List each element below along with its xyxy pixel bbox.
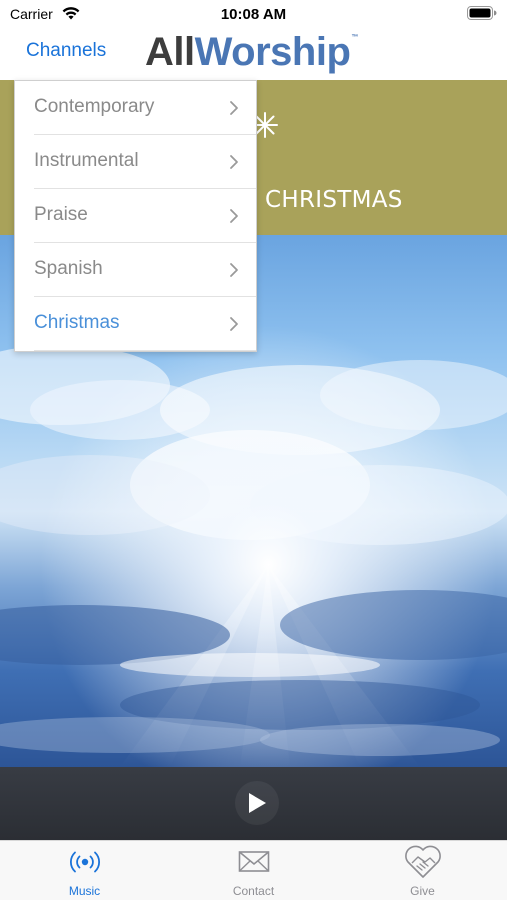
menu-item-contemporary[interactable]: Contemporary <box>15 81 256 135</box>
chevron-right-icon <box>230 209 238 223</box>
logo-trademark: ™ <box>351 34 358 41</box>
allworship-logo: AllWorship™ <box>145 30 358 76</box>
logo-text-worship: Worship <box>194 30 351 74</box>
menu-item-label: Christmas <box>34 312 120 333</box>
tab-bar: Music Contact Give <box>0 840 507 900</box>
broadcast-icon <box>69 851 100 873</box>
chevron-right-icon <box>230 263 238 277</box>
menu-item-spanish[interactable]: Spanish <box>15 243 256 297</box>
envelope-icon <box>238 851 269 872</box>
status-bar: Carrier 10:08 AM <box>0 0 507 28</box>
play-button[interactable] <box>235 781 279 825</box>
tab-give[interactable]: Give <box>338 841 507 900</box>
tab-contact[interactable]: Contact <box>169 841 338 900</box>
tab-music[interactable]: Music <box>0 841 169 900</box>
nav-bar: Channels AllWorship™ <box>0 28 507 80</box>
tab-give-label: Give <box>410 884 435 898</box>
logo-text-all: All <box>145 30 195 74</box>
battery-icon <box>467 6 497 20</box>
menu-item-label: Instrumental <box>34 150 139 171</box>
menu-item-praise[interactable]: Praise <box>15 189 256 243</box>
play-icon <box>249 793 266 813</box>
menu-item-label: Praise <box>34 204 88 225</box>
chevron-right-icon <box>230 317 238 331</box>
chevron-right-icon <box>230 155 238 169</box>
tab-music-label: Music <box>68 884 101 898</box>
status-time: 10:08 AM <box>220 6 287 23</box>
heart-handshake-icon <box>404 845 441 878</box>
channels-button[interactable]: Channels <box>26 40 106 62</box>
tab-contact-label: Contact <box>232 884 275 898</box>
channel-title: CHRISTMAS <box>265 187 403 213</box>
menu-item-christmas[interactable]: Christmas <box>15 297 256 351</box>
menu-item-label: Spanish <box>34 258 103 279</box>
channel-dropdown-menu: Contemporary Instrumental Praise Spanish… <box>14 80 257 352</box>
chevron-right-icon <box>230 101 238 115</box>
menu-item-instrumental[interactable]: Instrumental <box>15 135 256 189</box>
menu-item-label: Contemporary <box>34 96 155 117</box>
player-bar <box>0 767 507 840</box>
menu-divider <box>34 350 256 351</box>
